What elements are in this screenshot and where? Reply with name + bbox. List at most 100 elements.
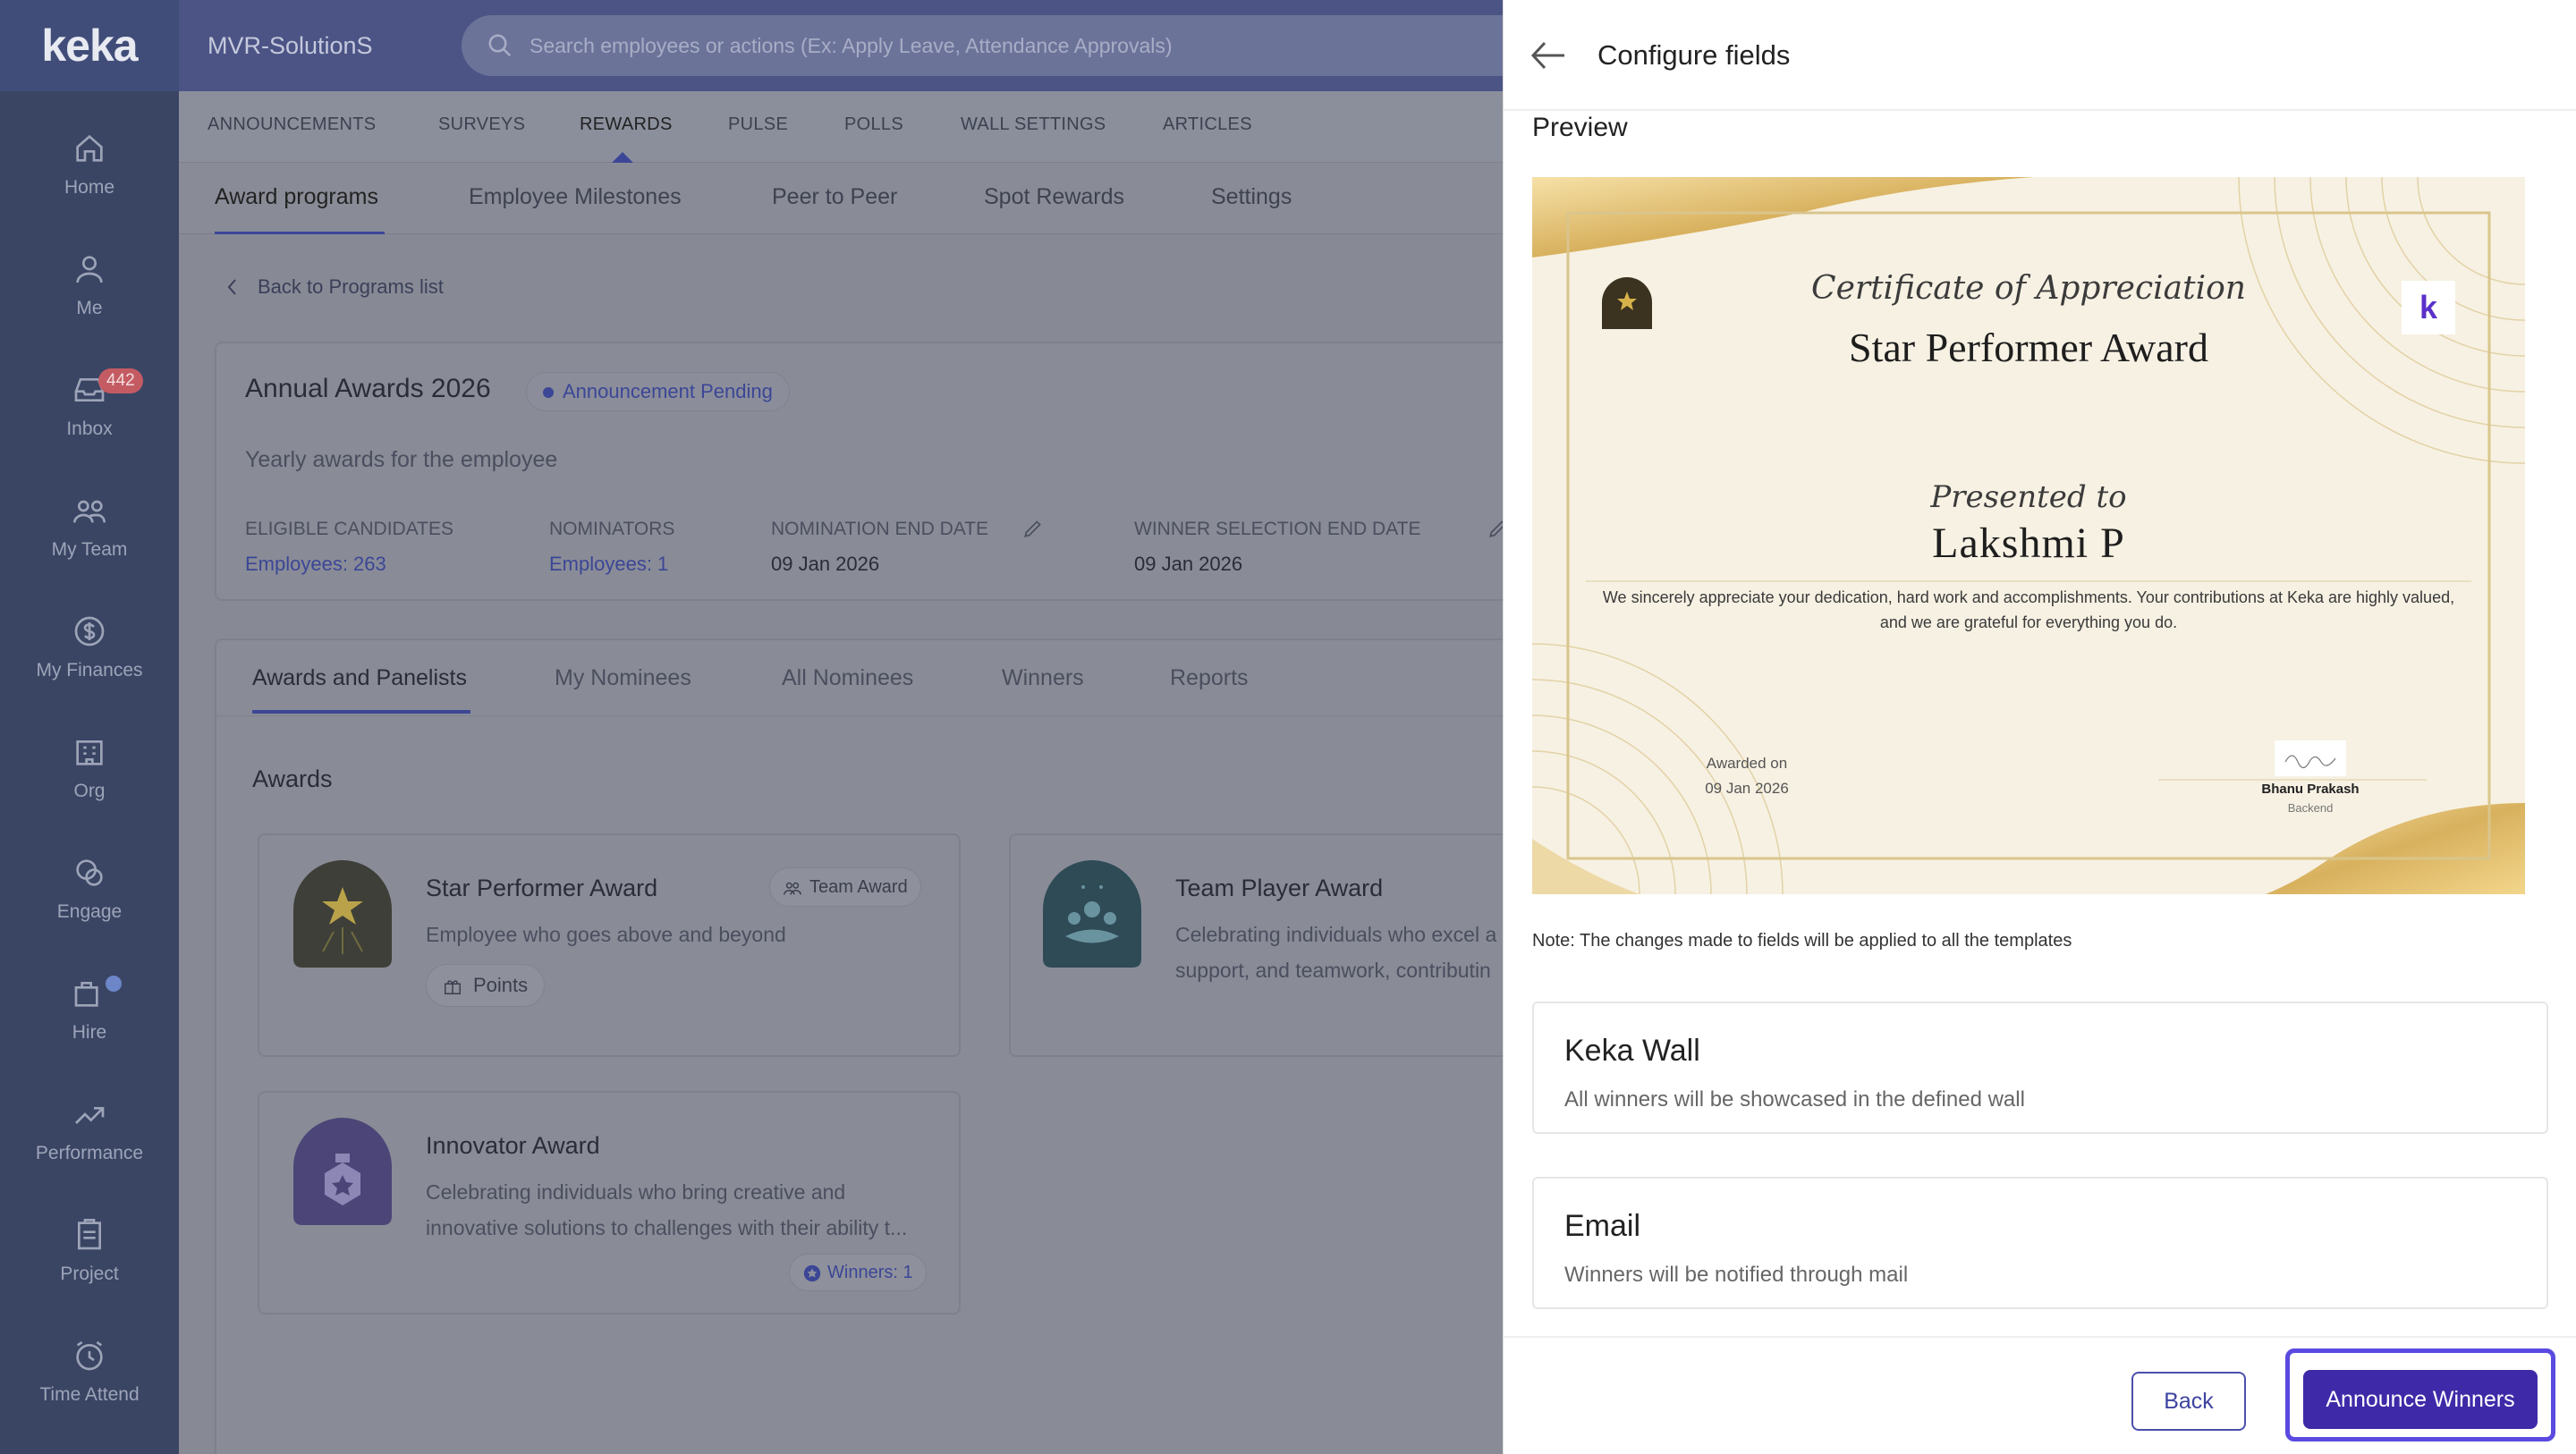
points-chip: Points bbox=[426, 964, 546, 1007]
active-tab-underline bbox=[252, 710, 470, 714]
sidebar-item-my-finances[interactable]: My Finances bbox=[0, 588, 179, 696]
inbox-count-badge: 442 bbox=[98, 368, 143, 393]
tab-awards-and-panelists[interactable]: Awards and Panelists bbox=[252, 665, 467, 691]
certificate-preview: k Certificate of Appreciation Star Perfo… bbox=[1532, 177, 2525, 894]
signer-name: Bhanu Prakash bbox=[2261, 782, 2360, 797]
sidebar-item-label: Engage bbox=[56, 901, 123, 922]
stat-label: ELIGIBLE CANDIDATES bbox=[245, 519, 454, 539]
keka-logo[interactable]: keka bbox=[0, 0, 179, 91]
panel-title: Configure fields bbox=[1597, 39, 1791, 71]
chevron-left-icon bbox=[227, 279, 236, 295]
primary-tabs: ANNOUNCEMENTS SURVEYS REWARDS PULSE POLL… bbox=[179, 91, 1503, 163]
home-icon bbox=[76, 134, 103, 162]
award-description: Celebrating individuals who bring creati… bbox=[426, 1180, 846, 1204]
award-description: innovative solutions to challenges with … bbox=[426, 1216, 908, 1239]
sidebar-item-project[interactable]: Project bbox=[0, 1192, 179, 1299]
org-name[interactable]: MVR-SolutionS bbox=[208, 32, 373, 60]
divider bbox=[216, 715, 1540, 716]
sidebar-item-engage[interactable]: Engage bbox=[0, 830, 179, 937]
hire-notification-dot bbox=[102, 972, 125, 995]
tab-spot-rewards[interactable]: Spot Rewards bbox=[984, 184, 1124, 210]
nominators-link[interactable]: Employees: 1 bbox=[549, 553, 668, 576]
award-card-star-performer[interactable]: Star Performer Award Team Award Employee… bbox=[258, 833, 961, 1057]
stat-label: NOMINATION END DATE bbox=[771, 519, 989, 539]
sidebar-item-label: Project bbox=[60, 1264, 119, 1284]
edit-icon[interactable] bbox=[1021, 517, 1045, 540]
tab-rewards[interactable]: REWARDS bbox=[580, 114, 673, 135]
sidebar-item-my-team[interactable]: My Team bbox=[0, 468, 179, 575]
signer-dept: Backend bbox=[2287, 801, 2334, 815]
sidebar-item-hire[interactable]: Hire bbox=[0, 951, 179, 1058]
certificate-presented-to: Presented to bbox=[1930, 479, 2127, 515]
back-arrow-icon[interactable] bbox=[1530, 39, 1566, 72]
back-link-label: Back to Programs list bbox=[258, 275, 444, 298]
sidebar-item-label: Org bbox=[73, 781, 106, 801]
tab-announcements[interactable]: ANNOUNCEMENTS bbox=[208, 114, 376, 135]
program-summary-card: Annual Awards 2026 Announcement Pending … bbox=[215, 342, 1538, 601]
tab-surveys[interactable]: SURVEYS bbox=[438, 114, 525, 135]
option-title: Email bbox=[1564, 1209, 1641, 1243]
option-description: All winners will be showcased in the def… bbox=[1564, 1087, 2025, 1112]
tab-reports[interactable]: Reports bbox=[1170, 665, 1249, 691]
tab-settings[interactable]: Settings bbox=[1211, 184, 1292, 210]
tab-wall-settings[interactable]: WALL SETTINGS bbox=[961, 114, 1106, 135]
gift-icon bbox=[445, 980, 461, 994]
page-title: Annual Awards 2026 bbox=[245, 374, 491, 403]
tab-articles[interactable]: ARTICLES bbox=[1163, 114, 1252, 135]
tab-my-nominees[interactable]: My Nominees bbox=[555, 665, 691, 691]
user-icon bbox=[76, 256, 103, 283]
sidebar-item-label: Inbox bbox=[66, 418, 113, 439]
time-icon bbox=[76, 1340, 103, 1371]
awards-heading: Awards bbox=[252, 765, 333, 792]
award-title: Star Performer Award bbox=[426, 875, 658, 901]
eligible-candidates-link[interactable]: Employees: 263 bbox=[245, 553, 386, 576]
signature-image bbox=[2275, 740, 2346, 776]
tab-polls[interactable]: POLLS bbox=[844, 114, 903, 135]
award-title: Team Player Award bbox=[1175, 875, 1384, 901]
award-description: Employee who goes above and beyond bbox=[426, 923, 786, 946]
search-placeholder: Search employees or actions (Ex: Apply L… bbox=[530, 33, 1173, 57]
award-card-innovator[interactable]: Innovator Award Celebrating individuals … bbox=[258, 1091, 961, 1315]
award-card-team-player[interactable]: Team Player Award Celebrating individual… bbox=[1009, 833, 1563, 1057]
sidebar-item-time-attend[interactable]: Time Attend bbox=[0, 1313, 179, 1420]
configure-fields-panel: Configure fields Preview k Certificate o… bbox=[1503, 0, 2576, 1454]
keka-wall-option[interactable]: Keka Wall All winners will be showcased … bbox=[1532, 1002, 2548, 1134]
tab-all-nominees[interactable]: All Nominees bbox=[782, 665, 913, 691]
tag-label: Team Award bbox=[809, 877, 908, 897]
program-description: Yearly awards for the employee bbox=[245, 447, 558, 472]
sidebar-item-me[interactable]: Me bbox=[0, 226, 179, 334]
award-description: Celebrating individuals who excel a bbox=[1175, 923, 1497, 946]
certificate-recipient: Lakshmi P bbox=[1932, 520, 2125, 567]
preview-label: Preview bbox=[1532, 113, 1628, 142]
main-content: Back to Programs list Annual Awards 2026… bbox=[179, 234, 1563, 1454]
finance-icon bbox=[74, 616, 105, 647]
panel-footer: Back Announce Winners bbox=[1504, 1336, 2576, 1454]
status-label: Announcement Pending bbox=[563, 380, 773, 402]
nomination-end-date: 09 Jan 2026 bbox=[771, 553, 880, 575]
back-button[interactable]: Back bbox=[2131, 1372, 2246, 1431]
back-to-programs-link[interactable]: Back to Programs list bbox=[224, 275, 444, 299]
email-option[interactable]: Email Winners will be notified through m… bbox=[1532, 1177, 2548, 1309]
sidebar-item-label: Me bbox=[76, 298, 103, 318]
sidebar-item-home[interactable]: Home bbox=[0, 106, 179, 213]
announce-winners-button[interactable]: Announce Winners bbox=[2303, 1370, 2538, 1429]
sidebar-item-performance[interactable]: Performance bbox=[0, 1071, 179, 1179]
status-dot bbox=[543, 387, 554, 398]
sidebar-item-label: Home bbox=[64, 177, 115, 198]
tab-peer-to-peer[interactable]: Peer to Peer bbox=[772, 184, 897, 210]
sidebar-item-org[interactable]: Org bbox=[0, 709, 179, 816]
org-icon bbox=[76, 740, 103, 765]
secondary-tabs: Award programs Employee Milestones Peer … bbox=[179, 163, 1503, 234]
sidebar-item-inbox[interactable]: Inbox 442 bbox=[0, 347, 179, 454]
active-tab-indicator bbox=[612, 152, 633, 163]
sidebar-item-label: My Team bbox=[51, 539, 128, 560]
award-description: support, and teamwork, contributin bbox=[1175, 959, 1491, 982]
tab-award-programs[interactable]: Award programs bbox=[215, 184, 378, 210]
status-badge: Announcement Pending bbox=[526, 372, 790, 411]
certificate-script-title: Certificate of Appreciation bbox=[1811, 270, 2246, 307]
tab-winners[interactable]: Winners bbox=[1002, 665, 1084, 691]
certificate-message: We sincerely appreciate your dedication,… bbox=[1602, 588, 2455, 631]
tab-employee-milestones[interactable]: Employee Milestones bbox=[469, 184, 682, 210]
sidebar-item-label: Hire bbox=[72, 1022, 107, 1043]
tab-pulse[interactable]: PULSE bbox=[728, 114, 788, 135]
